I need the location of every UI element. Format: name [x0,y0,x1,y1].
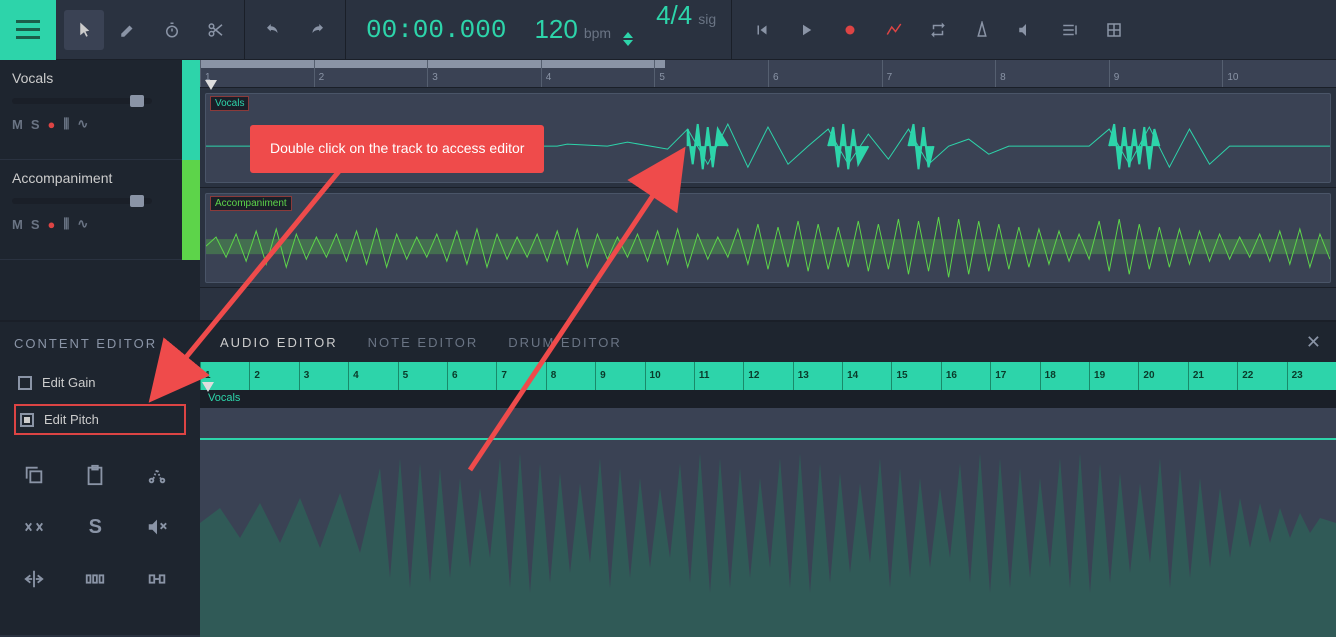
redo-button[interactable] [297,10,337,50]
menu-button[interactable] [0,0,56,60]
grid-snap-button[interactable] [137,559,177,599]
timeline-ruler[interactable]: 1 2 3 4 5 6 7 8 9 10 [200,60,1336,88]
pencil-tool[interactable] [108,10,148,50]
arm-record-icon[interactable]: ● [48,117,56,132]
bpm-up[interactable] [623,32,633,38]
track-volume-slider[interactable] [12,98,152,104]
content-editor-panel: CONTENT EDITOR Edit Gain Edit Pitch S [0,322,200,635]
audio-clip-accompaniment[interactable]: Accompaniment [205,193,1331,283]
track-color-strip[interactable] [182,60,200,160]
duplicate-button[interactable] [14,455,54,495]
content-editor-title: CONTENT EDITOR [14,336,186,351]
undo-button[interactable] [253,10,293,50]
checkbox-icon [20,413,34,427]
editor-track-label: Vocals [200,390,1336,408]
track-color-strip[interactable] [182,160,200,260]
playhead-icon[interactable] [202,382,214,392]
pitch-line[interactable] [200,438,1336,440]
keyboard-icon[interactable]: ⫼ [63,216,69,232]
editor-ruler[interactable]: 1 2 3 4 5 6 7 8 9 10 11 12 13 14 15 16 1… [200,362,1336,390]
keyboard-icon[interactable]: ⫼ [63,116,69,132]
record-button[interactable] [830,10,870,50]
tab-note-editor[interactable]: NOTE EDITOR [368,335,479,350]
list-button[interactable] [1050,10,1090,50]
bpm-display[interactable]: 120 bpm [526,14,641,46]
metronome-button[interactable] [962,10,1002,50]
speaker-button[interactable] [1006,10,1046,50]
solo-button[interactable]: S [31,117,40,132]
checkbox-icon [18,376,32,390]
editor-main: AUDIO EDITOR NOTE EDITOR DRUM EDITOR ✕ 1… [200,322,1336,635]
waveform-icon [200,408,1336,637]
automation-button[interactable] [874,10,914,50]
mute-button[interactable]: M [12,117,23,132]
close-editor-button[interactable]: ✕ [1306,332,1321,353]
tab-drum-editor[interactable]: DRUM EDITOR [508,335,621,350]
track-header-vocals[interactable]: Vocals M S ● ⫼ ∿ [0,60,200,160]
mute-button[interactable]: M [12,217,23,232]
main-toolbar: 00:00.000 120 bpm 4/4 sig [0,0,1336,60]
stopwatch-tool[interactable] [152,10,192,50]
tooltip: Double click on the track to access edit… [250,125,544,173]
quantize-button[interactable] [75,559,115,599]
loop-button[interactable] [918,10,958,50]
split-button[interactable] [14,559,54,599]
crossfade-button[interactable] [14,507,54,547]
paste-button[interactable] [75,455,115,495]
track-volume-slider[interactable] [12,198,152,204]
editor-tabs: AUDIO EDITOR NOTE EDITOR DRUM EDITOR ✕ [200,322,1336,362]
solo-button[interactable]: S [31,217,40,232]
edit-gain-option[interactable]: Edit Gain [14,369,186,396]
track-panel: Vocals M S ● ⫼ ∿ Accompaniment M S ● ⫼ ∿ [0,60,200,320]
skip-start-button[interactable] [742,10,782,50]
stretch-button[interactable]: S [75,507,115,547]
automation-icon[interactable]: ∿ [77,216,88,232]
arm-record-icon[interactable]: ● [48,217,56,232]
automation-icon[interactable]: ∿ [77,116,88,132]
timesig-display[interactable]: 4/4 sig [641,0,732,60]
pointer-tool[interactable] [64,10,104,50]
bpm-down[interactable] [623,40,633,46]
track-header-accompaniment[interactable]: Accompaniment M S ● ⫼ ∿ [0,160,200,260]
playhead-icon[interactable] [205,80,217,90]
mute-clip-button[interactable] [137,507,177,547]
track-lane-accompaniment[interactable]: Accompaniment [200,188,1336,288]
edit-pitch-option[interactable]: Edit Pitch [14,404,186,435]
timeline-area[interactable]: 1 2 3 4 5 6 7 8 9 10 Vocals Accompanimen… [200,60,1336,320]
editor-waveform-area[interactable] [200,408,1336,637]
tab-audio-editor[interactable]: AUDIO EDITOR [220,335,338,350]
grid-button[interactable] [1094,10,1134,50]
cut-selection-button[interactable] [137,455,177,495]
scissors-tool[interactable] [196,10,236,50]
play-button[interactable] [786,10,826,50]
timecode-display[interactable]: 00:00.000 [346,15,526,45]
waveform-icon [206,209,1330,283]
